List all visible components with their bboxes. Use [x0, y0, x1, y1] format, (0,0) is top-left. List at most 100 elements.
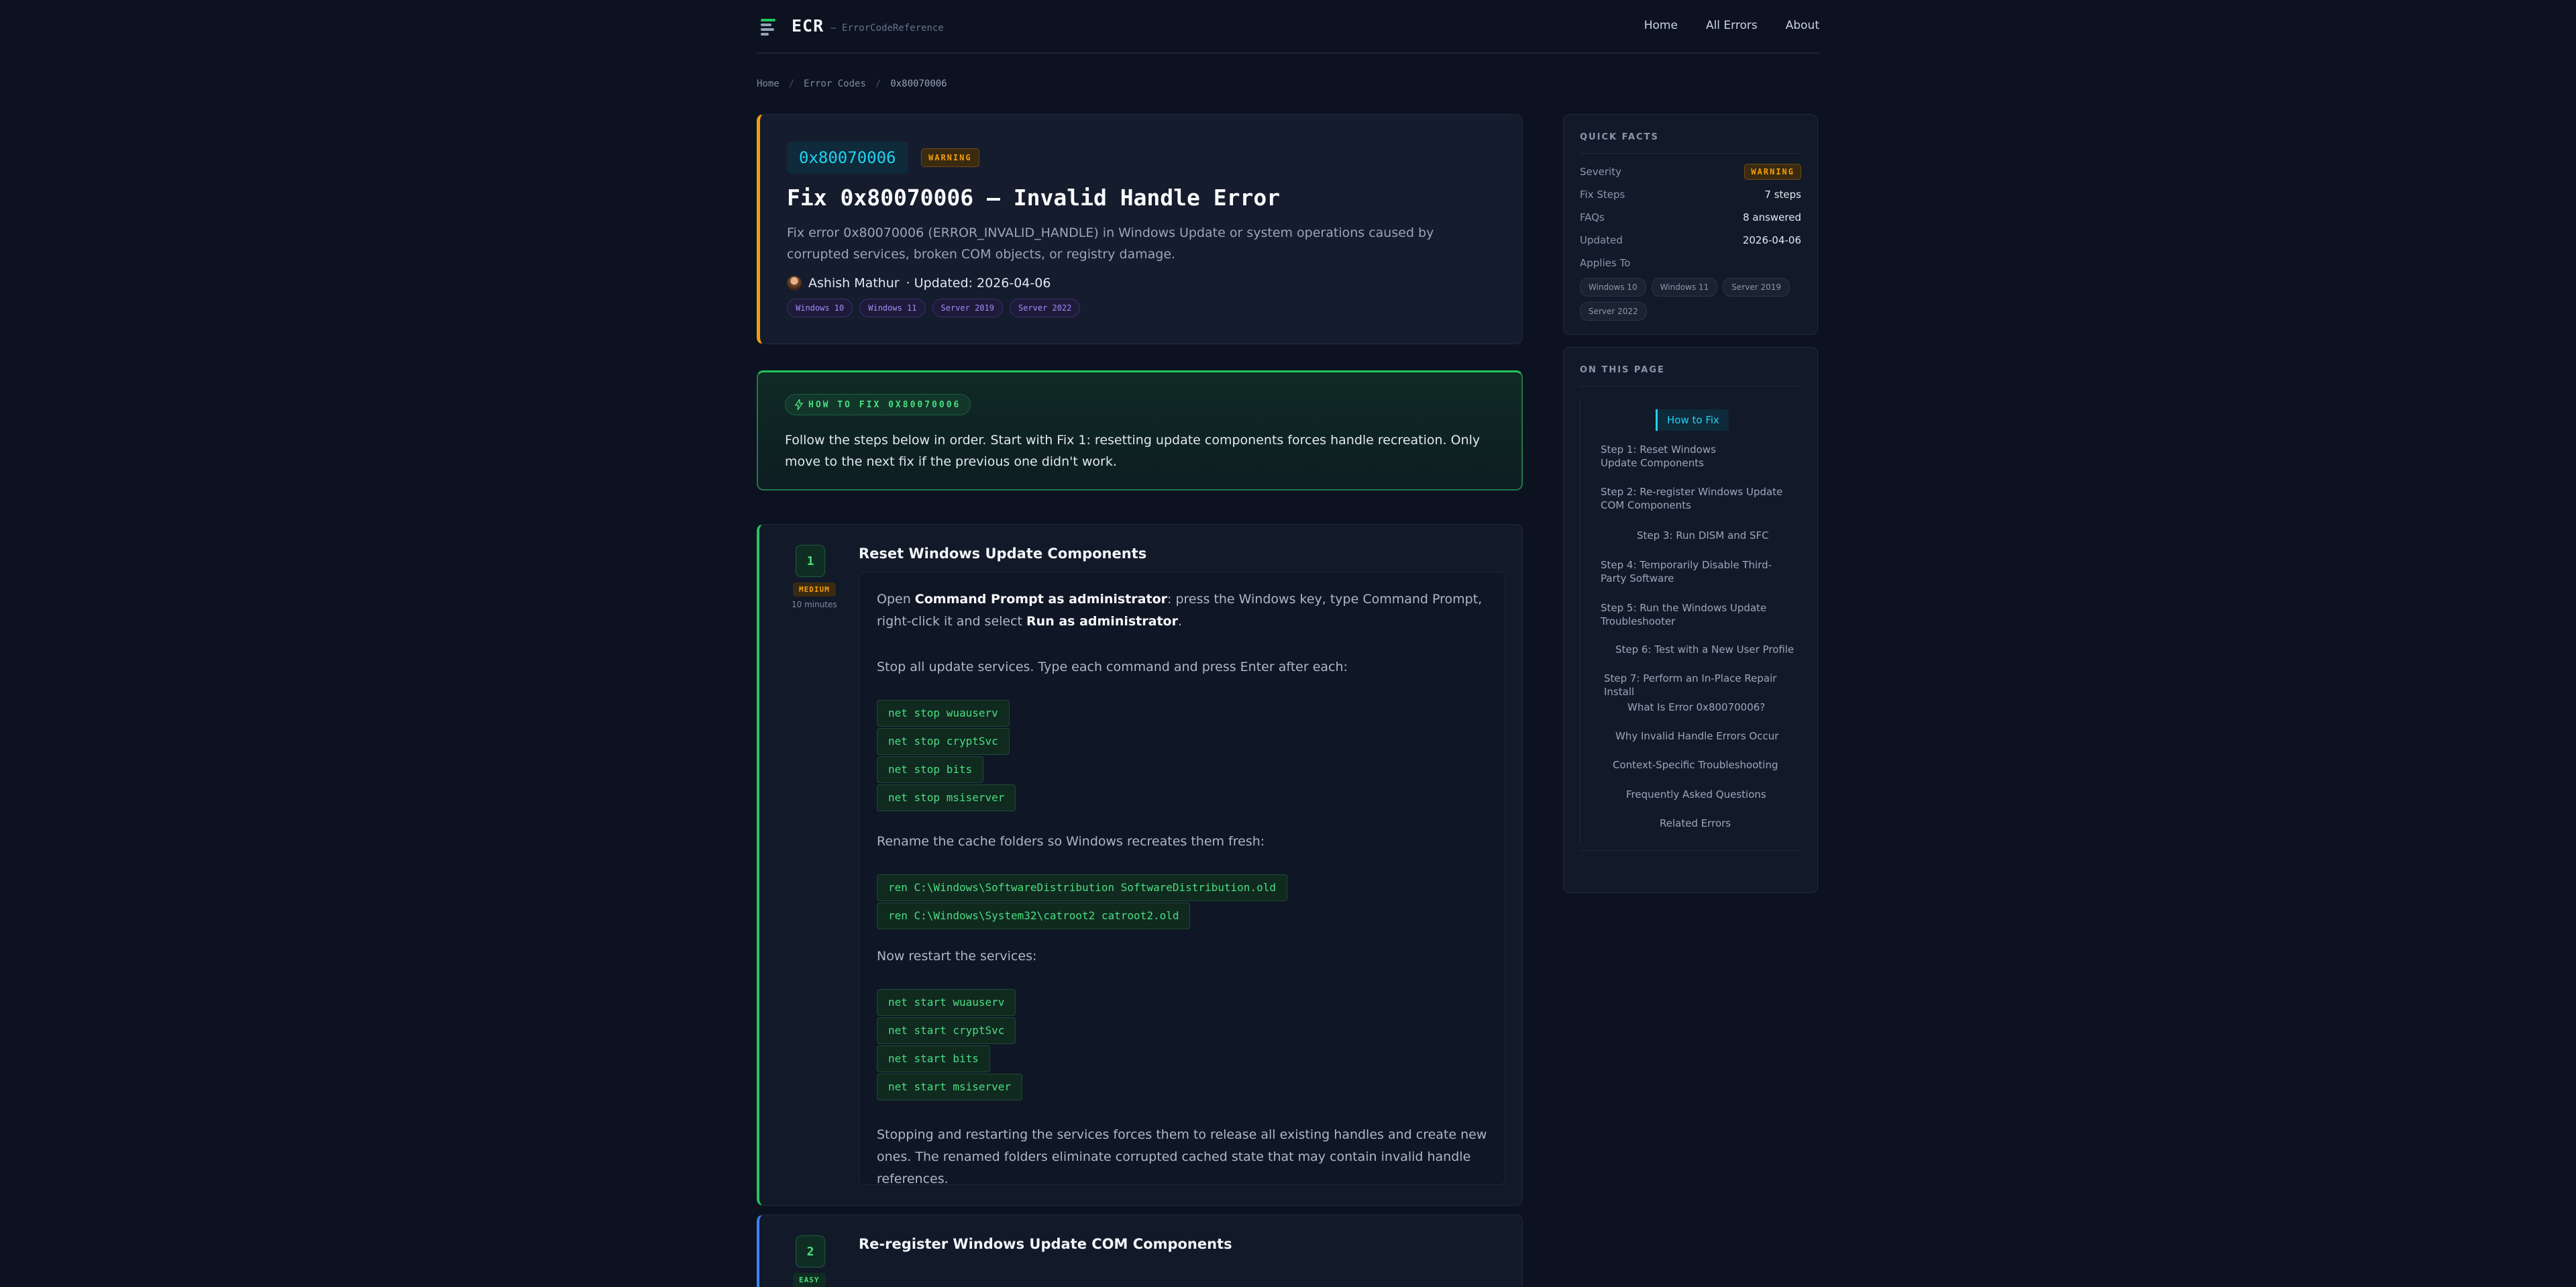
severity-badge: WARNING [921, 148, 979, 167]
how-to-fix-text: Follow the steps below in order. Start w… [785, 433, 1481, 469]
fix-step-card: 2 EASY Re-register Windows Update COM Co… [757, 1215, 1523, 1287]
time-estimate: 10 minutes [792, 600, 837, 609]
fact-value: 7 steps [1764, 189, 1801, 201]
command-snippet[interactable]: net start msiserver [877, 1074, 1023, 1100]
command-list: net stop wuauserv net stop cryptSvc net … [877, 700, 1016, 811]
fact-updated: Updated 2026-04-06 [1580, 232, 1801, 248]
command-snippet[interactable]: net stop bits [877, 756, 984, 783]
command-list: net start wuauserv net start cryptSvc ne… [877, 989, 1023, 1100]
step-body: Open Command Prompt as administrator: pr… [859, 572, 1505, 1186]
toc-item-why-errors[interactable]: Why Invalid Handle Errors Occur [1615, 729, 1778, 743]
fact-label: Updated [1580, 234, 1623, 246]
fact-label: Severity [1580, 166, 1621, 178]
command-snippet[interactable]: net stop msiserver [877, 784, 1016, 811]
toc-item-step-7[interactable]: Step 7: Perform an In-Place Repair Insta… [1604, 672, 1803, 699]
command-snippet[interactable]: ren C:\Windows\SoftwareDistribution Soft… [877, 874, 1287, 901]
step-instruction: Open Command Prompt as administrator: pr… [877, 592, 1483, 629]
breadcrumb-error-codes[interactable]: Error Codes [804, 79, 866, 89]
os-chip: Server 2019 [1723, 278, 1790, 297]
step-instruction: Stop all update services. Type each comm… [877, 660, 1348, 674]
command-snippet[interactable]: net stop cryptSvc [877, 728, 1010, 755]
quick-facts-heading: QUICK FACTS [1580, 132, 1659, 142]
toc-item-step-2[interactable]: Step 2: Re-register Windows Update COM C… [1601, 485, 1802, 512]
step-instruction: Now restart the services: [877, 949, 1037, 964]
step-explanation: Stopping and restarting the services for… [877, 1127, 1487, 1186]
platform-tags: Windows 10 Windows 11 Server 2019 Server… [787, 299, 1081, 317]
fact-severity: Severity WARNING [1580, 164, 1801, 180]
error-code-pill: 0x80070006 [787, 142, 908, 174]
logo-lines-icon [761, 17, 777, 36]
page-description: Fix error 0x80070006 (ERROR_INVALID_HAND… [787, 225, 1434, 262]
toc-item-step-6[interactable]: Step 6: Test with a New User Profile [1615, 643, 1794, 656]
breadcrumb-separator: / [788, 79, 795, 89]
lightning-bolt-icon [795, 399, 803, 410]
toc-item-how-to-fix[interactable]: How to Fix [1656, 409, 1729, 431]
difficulty-badge: EASY [793, 1273, 826, 1287]
command-snippet[interactable]: net start bits [877, 1045, 990, 1072]
how-to-fix-label-text: HOW TO FIX 0X80070006 [808, 399, 961, 410]
toc-list: How to Fix Step 1: Reset Windows Update … [1580, 401, 1803, 844]
toc-item-context-troubleshooting[interactable]: Context-Specific Troubleshooting [1613, 758, 1778, 772]
page-title: Fix 0x80070006 — Invalid Handle Error [787, 185, 1281, 211]
breadcrumb-current: 0x80070006 [890, 79, 947, 89]
difficulty-badge: MEDIUM [793, 582, 836, 597]
step-number-badge: 1 [796, 545, 825, 577]
site-logo[interactable]: ECR — ErrorCodeReference [761, 16, 944, 36]
toc-item-step-3[interactable]: Step 3: Run DISM and SFC [1637, 529, 1769, 542]
fact-fix-steps: Fix Steps 7 steps [1580, 187, 1801, 203]
divider [1580, 386, 1801, 387]
tag-server-2022[interactable]: Server 2022 [1009, 299, 1081, 317]
tag-server-2019[interactable]: Server 2019 [932, 299, 1003, 317]
breadcrumb-separator: / [875, 79, 881, 89]
top-navigation-bar: ECR — ErrorCodeReference Home All Errors… [757, 0, 1819, 54]
author-line: Ashish Mathur · Updated: 2026-04-06 [787, 276, 1051, 291]
nav-home-link[interactable]: Home [1644, 19, 1678, 32]
command-snippet[interactable]: net start cryptSvc [877, 1017, 1016, 1044]
fact-faqs: FAQs 8 answered [1580, 209, 1801, 225]
toc-item-what-is[interactable]: What Is Error 0x80070006? [1627, 701, 1765, 714]
os-chip: Server 2022 [1580, 302, 1647, 321]
divider [1580, 850, 1801, 851]
command-snippet[interactable]: net stop wuauserv [877, 700, 1010, 727]
author-name[interactable]: Ashish Mathur [808, 276, 900, 291]
command-snippet[interactable]: ren C:\Windows\System32\catroot2 catroot… [877, 903, 1191, 929]
fact-value: 8 answered [1743, 211, 1801, 223]
fact-label: FAQs [1580, 211, 1605, 223]
table-of-contents-panel: ON THIS PAGE How to Fix Step 1: Reset Wi… [1563, 347, 1818, 893]
fact-label: Applies To [1580, 257, 1631, 269]
step-number-badge: 2 [796, 1235, 825, 1268]
toc-item-step-5[interactable]: Step 5: Run the Windows Update Troublesh… [1601, 601, 1768, 628]
quick-facts-panel: QUICK FACTS Severity WARNING Fix Steps 7… [1563, 114, 1818, 335]
updated-date: · Updated: 2026-04-06 [906, 276, 1051, 291]
author-avatar [787, 276, 802, 291]
step-title: Re-register Windows Update COM Component… [859, 1236, 1232, 1252]
applies-to-chips: Windows 10 Windows 11 Server 2019 Server… [1580, 278, 1808, 321]
nav-all-errors-link[interactable]: All Errors [1706, 19, 1758, 32]
command-list: ren C:\Windows\SoftwareDistribution Soft… [877, 874, 1287, 929]
how-to-fix-callout: HOW TO FIX 0X80070006 Follow the steps b… [757, 370, 1523, 491]
fix-step-card: 1 MEDIUM 10 minutes Reset Windows Update… [757, 524, 1523, 1206]
step-instruction: Rename the cache folders so Windows recr… [877, 834, 1265, 849]
divider [1580, 153, 1801, 154]
toc-item-step-4[interactable]: Step 4: Temporarily Disable Third-Party … [1601, 558, 1788, 585]
os-chip: Windows 10 [1580, 278, 1646, 297]
tag-windows-10[interactable]: Windows 10 [787, 299, 853, 317]
logo-text: ECR [792, 16, 824, 36]
step-title: Reset Windows Update Components [859, 546, 1147, 562]
fact-label: Fix Steps [1580, 189, 1625, 201]
how-to-fix-label: HOW TO FIX 0X80070006 [785, 394, 971, 415]
tag-windows-11[interactable]: Windows 11 [859, 299, 926, 317]
logo-subtitle: — ErrorCodeReference [830, 22, 944, 34]
toc-item-step-1[interactable]: Step 1: Reset Windows Update Components [1601, 443, 1755, 470]
error-hero-card: 0x80070006 WARNING Fix 0x80070006 — Inva… [757, 114, 1523, 344]
breadcrumb-home[interactable]: Home [757, 79, 780, 89]
breadcrumb: Home / Error Codes / 0x80070006 [757, 79, 947, 89]
main-nav: Home All Errors About [1644, 19, 1819, 32]
nav-about-link[interactable]: About [1786, 19, 1819, 32]
command-snippet[interactable]: net start wuauserv [877, 989, 1016, 1016]
toc-heading: ON THIS PAGE [1580, 365, 1665, 375]
fact-value: 2026-04-06 [1742, 234, 1801, 246]
os-chip: Windows 11 [1651, 278, 1718, 297]
toc-item-faq[interactable]: Frequently Asked Questions [1626, 788, 1766, 801]
toc-item-related-errors[interactable]: Related Errors [1660, 817, 1731, 830]
